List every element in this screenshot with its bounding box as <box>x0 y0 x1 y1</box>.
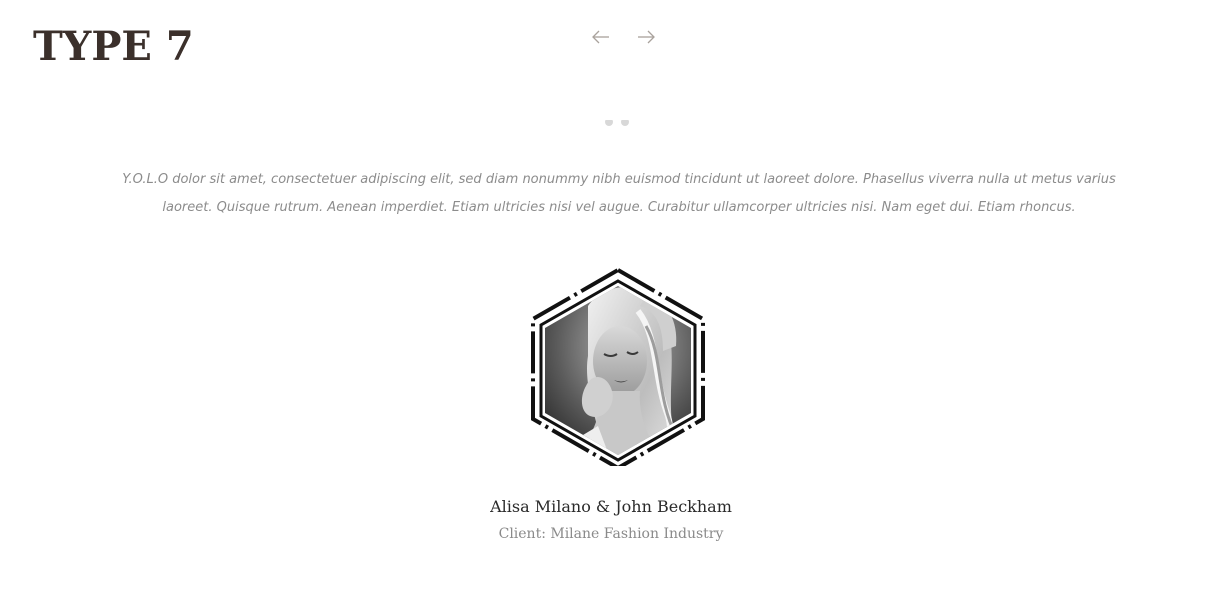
quote-icon <box>597 120 637 136</box>
arrow-right-icon <box>638 30 655 44</box>
carousel-nav <box>588 24 660 50</box>
arrow-left-icon <box>592 30 609 44</box>
avatar <box>528 266 708 466</box>
client-name: Alisa Milano & John Beckham <box>490 497 732 516</box>
section-title: TYPE 7 <box>33 23 194 70</box>
testimonial-text: Y.O.L.O dolor sit amet, consectetuer adi… <box>122 172 1116 215</box>
next-button[interactable] <box>633 24 659 50</box>
client-role: Client: Milane Fashion Industry <box>498 526 724 542</box>
prev-button[interactable] <box>588 24 614 50</box>
